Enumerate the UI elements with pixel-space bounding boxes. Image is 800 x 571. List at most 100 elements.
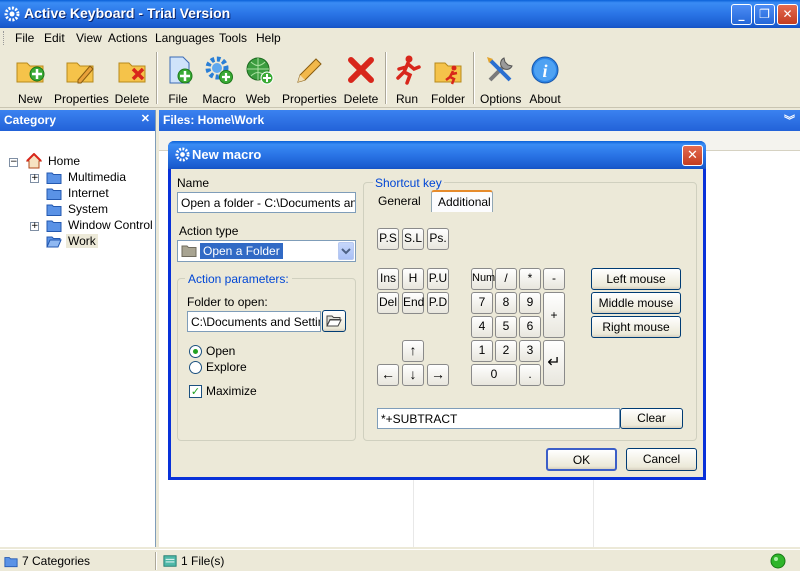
key-end[interactable]: End [402, 292, 424, 314]
folder-path-input[interactable]: C:\Documents and Setting [187, 311, 321, 332]
expand-icon[interactable]: + [30, 222, 39, 231]
web-globe-icon [246, 57, 274, 85]
open-folder-icon [326, 315, 342, 327]
key-left-arrow[interactable]: ← [377, 364, 399, 386]
dialog-title-bar: New macro ✕ [168, 141, 706, 169]
cancel-button[interactable]: Cancel [626, 448, 697, 471]
collapse-chevron-icon[interactable]: ︾ [784, 112, 795, 128]
explore-radio[interactable] [189, 361, 202, 374]
new-web-button[interactable]: Web [243, 51, 274, 106]
menu-view[interactable]: View [76, 31, 102, 45]
new-file-button[interactable]: File [163, 51, 193, 106]
key-subtract[interactable]: - [543, 268, 565, 290]
menu-grip [3, 31, 6, 45]
delete-category-button[interactable]: Delete [114, 51, 150, 106]
close-button[interactable]: ✕ [777, 4, 798, 25]
menu-tools[interactable]: Tools [219, 31, 247, 45]
panel-close-icon[interactable]: ✕ [141, 112, 150, 125]
new-label: New [17, 92, 42, 106]
about-button[interactable]: i About [527, 51, 563, 106]
key-page-down[interactable]: P.D [427, 292, 449, 314]
run-button[interactable]: Run [392, 51, 422, 106]
key-insert[interactable]: Ins [377, 268, 399, 290]
key-up-arrow[interactable]: ↑ [402, 340, 424, 362]
dialog-close-button[interactable]: ✕ [682, 145, 703, 166]
status-categories: 7 Categories [22, 554, 91, 568]
action-parameters-label: Action parameters: [185, 272, 292, 286]
shortcut-key-label: Shortcut key [373, 176, 444, 190]
minimize-button[interactable]: _ [731, 4, 752, 25]
folder-properties-icon [66, 62, 94, 84]
properties-label: Properties [54, 92, 109, 106]
key-num-0[interactable]: 0 [471, 364, 517, 386]
key-home[interactable]: H [402, 268, 424, 290]
key-add[interactable]: + [543, 292, 565, 338]
middle-mouse-button[interactable]: Middle mouse [591, 292, 681, 314]
key-multiply[interactable]: * [519, 268, 541, 290]
action-type-label: Action type [179, 224, 239, 238]
delete-file-button[interactable]: Delete [343, 51, 379, 106]
shortcut-key-input[interactable]: *+SUBTRACT [377, 408, 620, 429]
options-button[interactable]: Options [480, 51, 521, 106]
key-num-1[interactable]: 1 [471, 340, 493, 362]
key-page-up[interactable]: P.U [427, 268, 449, 290]
collapse-icon[interactable]: − [9, 158, 18, 167]
files-panel-title: Files: Home\Work [163, 113, 265, 127]
tab-additional[interactable]: Additional [431, 190, 493, 212]
new-category-button[interactable]: New [10, 51, 50, 106]
maximize-button[interactable]: ❐ [754, 4, 775, 25]
web-label: Web [245, 92, 271, 106]
key-delete[interactable]: Del [377, 292, 399, 314]
key-decimal[interactable]: . [519, 364, 541, 386]
left-mouse-button[interactable]: Left mouse [591, 268, 681, 290]
key-down-arrow[interactable]: ↓ [402, 364, 424, 386]
new-folder-icon [16, 62, 45, 83]
action-type-select[interactable]: Open a Folder [177, 240, 356, 262]
key-num-5[interactable]: 5 [495, 316, 517, 338]
name-input[interactable]: Open a folder - C:\Documents and S [177, 192, 356, 213]
menu-actions[interactable]: Actions [108, 31, 147, 45]
key-pause[interactable]: Ps. [427, 228, 449, 250]
expand-icon[interactable]: + [30, 174, 39, 183]
key-print-screen[interactable]: P.S [377, 228, 399, 250]
key-num-2[interactable]: 2 [495, 340, 517, 362]
menu-edit[interactable]: Edit [44, 31, 65, 45]
open-folder-button[interactable]: Folder [430, 51, 466, 106]
browse-folder-button[interactable] [322, 310, 346, 332]
key-num-lock[interactable]: Num [471, 268, 495, 290]
chevron-down-icon [341, 248, 351, 255]
key-scroll-lock[interactable]: S.L [402, 228, 424, 250]
tab-general[interactable]: General [378, 194, 421, 208]
delete-folder-icon [118, 62, 146, 83]
category-properties-button[interactable]: Properties [54, 51, 109, 106]
key-num-7[interactable]: 7 [471, 292, 493, 314]
open-radio-label: Open [206, 344, 236, 358]
file-properties-button[interactable]: Properties [282, 51, 337, 106]
title-bar: Active Keyboard - Trial Version _ ❐ ✕ [0, 0, 800, 28]
status-separator [155, 552, 157, 570]
right-mouse-button[interactable]: Right mouse [591, 316, 681, 338]
menu-file[interactable]: File [15, 31, 34, 45]
home-icon [26, 153, 42, 169]
dropdown-button[interactable] [338, 242, 354, 260]
menu-help[interactable]: Help [256, 31, 281, 45]
key-num-3[interactable]: 3 [519, 340, 541, 362]
key-num-4[interactable]: 4 [471, 316, 493, 338]
app-gear-icon [4, 6, 20, 22]
key-num-6[interactable]: 6 [519, 316, 541, 338]
name-label: Name [177, 176, 210, 190]
ok-button[interactable]: OK [546, 448, 617, 471]
window-title: Active Keyboard - Trial Version [24, 5, 231, 21]
open-radio[interactable] [189, 345, 202, 358]
key-right-arrow[interactable]: → [427, 364, 449, 386]
key-num-8[interactable]: 8 [495, 292, 517, 314]
tree-item-home-label: Home [48, 154, 81, 168]
key-num-enter[interactable]: ↵ [543, 340, 565, 386]
clear-button[interactable]: Clear [620, 408, 683, 429]
maximize-checkbox[interactable]: ✓ [189, 385, 202, 398]
file-label: File [168, 92, 188, 106]
key-divide[interactable]: / [495, 268, 517, 290]
menu-languages[interactable]: Languages [155, 31, 214, 45]
key-num-9[interactable]: 9 [519, 292, 541, 314]
new-macro-button[interactable]: Macro [201, 51, 237, 106]
